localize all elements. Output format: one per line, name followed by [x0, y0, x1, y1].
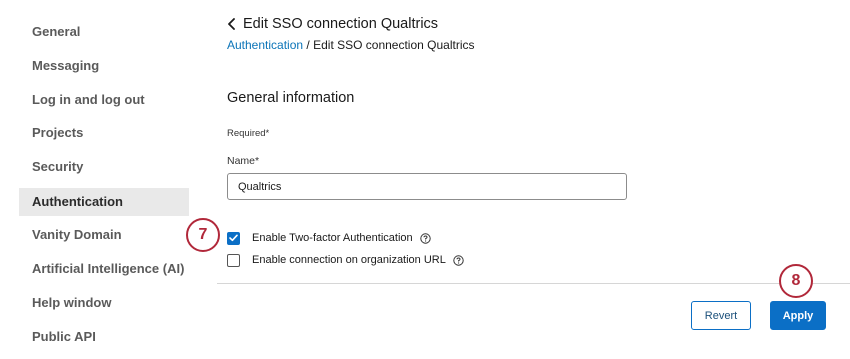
footer-divider	[217, 283, 850, 284]
sidebar-item-vanity-domain[interactable]: Vanity Domain	[19, 221, 189, 249]
required-note: Required*	[227, 128, 270, 139]
section-title: General information	[227, 90, 355, 106]
breadcrumb-current: Edit SSO connection Qualtrics	[313, 38, 475, 52]
org-url-checkbox[interactable]	[227, 253, 240, 267]
name-field-label: Name*	[227, 155, 260, 167]
chevron-left-icon[interactable]	[227, 16, 241, 32]
breadcrumb-separator: /	[306, 38, 310, 52]
main-content: Edit SSO connection Qualtrics Authentica…	[217, 0, 850, 359]
org-url-row: Enable connection on organization URL	[227, 252, 464, 268]
sidebar-item-artificial-intelligence[interactable]: Artificial Intelligence (AI)	[19, 255, 189, 283]
page-title: Edit SSO connection Qualtrics	[243, 16, 439, 32]
two-factor-checkbox[interactable]	[227, 231, 240, 245]
org-url-label[interactable]: Enable connection on organization URL	[252, 254, 446, 266]
two-factor-row: Enable Two-factor Authentication	[227, 230, 431, 246]
breadcrumb-link-authentication[interactable]: Authentication	[227, 38, 303, 52]
page-header: Edit SSO connection Qualtrics	[227, 14, 438, 34]
two-factor-label[interactable]: Enable Two-factor Authentication	[252, 232, 413, 244]
sidebar-item-messaging[interactable]: Messaging	[19, 52, 189, 80]
sidebar-item-authentication[interactable]: Authentication	[19, 188, 189, 216]
checkmark-icon	[229, 234, 238, 242]
settings-sidebar: General Messaging Log in and log out Pro…	[0, 0, 200, 359]
breadcrumb: Authentication / Edit SSO connection Qua…	[227, 38, 475, 52]
sidebar-item-log-in-and-log-out[interactable]: Log in and log out	[19, 86, 189, 114]
question-circle-icon[interactable]	[453, 254, 464, 266]
question-circle-icon[interactable]	[419, 232, 431, 244]
revert-button[interactable]: Revert	[691, 301, 751, 330]
sidebar-item-general[interactable]: General	[19, 18, 189, 46]
name-input[interactable]	[227, 173, 627, 200]
sidebar-item-help-window[interactable]: Help window	[19, 289, 189, 317]
step-7-callout: 7	[186, 218, 220, 252]
step-8-callout: 8	[779, 264, 813, 298]
apply-button[interactable]: Apply	[770, 301, 826, 330]
sidebar-item-projects[interactable]: Projects	[19, 119, 189, 147]
sidebar-item-security[interactable]: Security	[19, 153, 189, 181]
sidebar-item-public-api[interactable]: Public API	[19, 323, 189, 351]
